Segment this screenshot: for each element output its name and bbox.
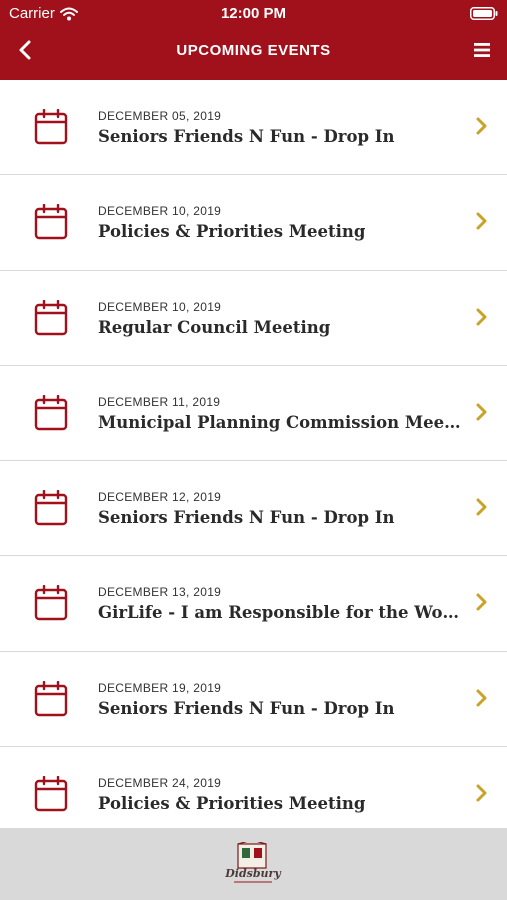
event-title: Seniors Friends N Fun - Drop In (98, 127, 395, 146)
event-date: DECEMBER 24, 2019 (98, 776, 222, 791)
event-date: DECEMBER 10, 2019 (98, 299, 222, 314)
event-date: DECEMBER 10, 2019 (98, 204, 222, 219)
event-date: DECEMBER 05, 2019 (98, 109, 222, 123)
hamburger-menu-icon (474, 43, 490, 57)
calendar-icon (34, 299, 68, 335)
event-list-item[interactable]: DECEMBER 19, 2019 Seniors Friends N Fun … (0, 651, 507, 748)
event-list-item[interactable]: DECEMBER 13, 2019 GirLife - I am Respons… (0, 556, 507, 652)
calendar-icon (34, 585, 68, 621)
top-app-bar: Carrier 12:00 PM UPCOMING EVENTS (0, 0, 507, 80)
event-date: DECEMBER 11, 2019 (98, 394, 221, 409)
event-list-item[interactable]: DECEMBER 11, 2019 Municipal Planning Com… (0, 365, 507, 462)
chevron-right-icon (476, 784, 487, 802)
event-list-item[interactable]: DECEMBER 24, 2019 Policies & Priorities … (0, 747, 507, 828)
page-title: UPCOMING EVENTS (176, 42, 331, 59)
event-date: DECEMBER 12, 2019 (98, 490, 222, 505)
logo-wordmark: Didsbury (224, 867, 282, 880)
chevron-right-icon (476, 403, 487, 421)
event-list-item[interactable]: DECEMBER 10, 2019 Policies & Priorities … (0, 175, 507, 271)
event-title: Seniors Friends N Fun - Drop In (98, 508, 395, 528)
event-title: GirLife - I am Responsible for the World… (98, 603, 466, 623)
calendar-icon (34, 776, 68, 812)
events-list: DECEMBER 05, 2019 Seniors Friends N Fun … (0, 80, 507, 828)
event-list-item[interactable]: DECEMBER 10, 2019 Regular Council Meetin… (0, 270, 507, 366)
event-list-item[interactable]: DECEMBER 05, 2019 Seniors Friends N Fun … (0, 80, 507, 176)
chevron-right-icon (476, 498, 487, 516)
status-time: 12:00 PM (220, 5, 287, 22)
footer-bar: Didsbury (0, 828, 507, 900)
navigation-bar: UPCOMING EVENTS (0, 32, 507, 72)
calendar-icon (34, 204, 68, 240)
town-logo: Didsbury (224, 839, 282, 888)
calendar-icon (34, 490, 68, 526)
chevron-right-icon (476, 689, 487, 707)
event-title: Municipal Planning Commission Meeting (98, 412, 466, 432)
calendar-icon (34, 680, 68, 716)
chevron-right-icon (476, 212, 487, 230)
event-title: Seniors Friends N Fun - Drop In (98, 698, 395, 718)
status-bar: Carrier 12:00 PM (0, 0, 507, 28)
menu-button[interactable] (472, 40, 492, 60)
calendar-icon (34, 394, 68, 431)
chevron-right-icon (476, 593, 487, 611)
chevron-right-icon (476, 308, 487, 326)
calendar-icon (34, 109, 68, 145)
event-date: DECEMBER 13, 2019 (98, 585, 222, 600)
event-date: DECEMBER 19, 2019 (98, 680, 222, 695)
chevron-right-icon (476, 117, 487, 135)
event-title: Policies & Priorities Meeting (98, 794, 366, 814)
event-title: Policies & Priorities Meeting (98, 222, 366, 242)
event-list-item[interactable]: DECEMBER 12, 2019 Seniors Friends N Fun … (0, 461, 507, 557)
event-title: Regular Council Meeting (98, 317, 331, 337)
battery-icon (470, 7, 498, 24)
